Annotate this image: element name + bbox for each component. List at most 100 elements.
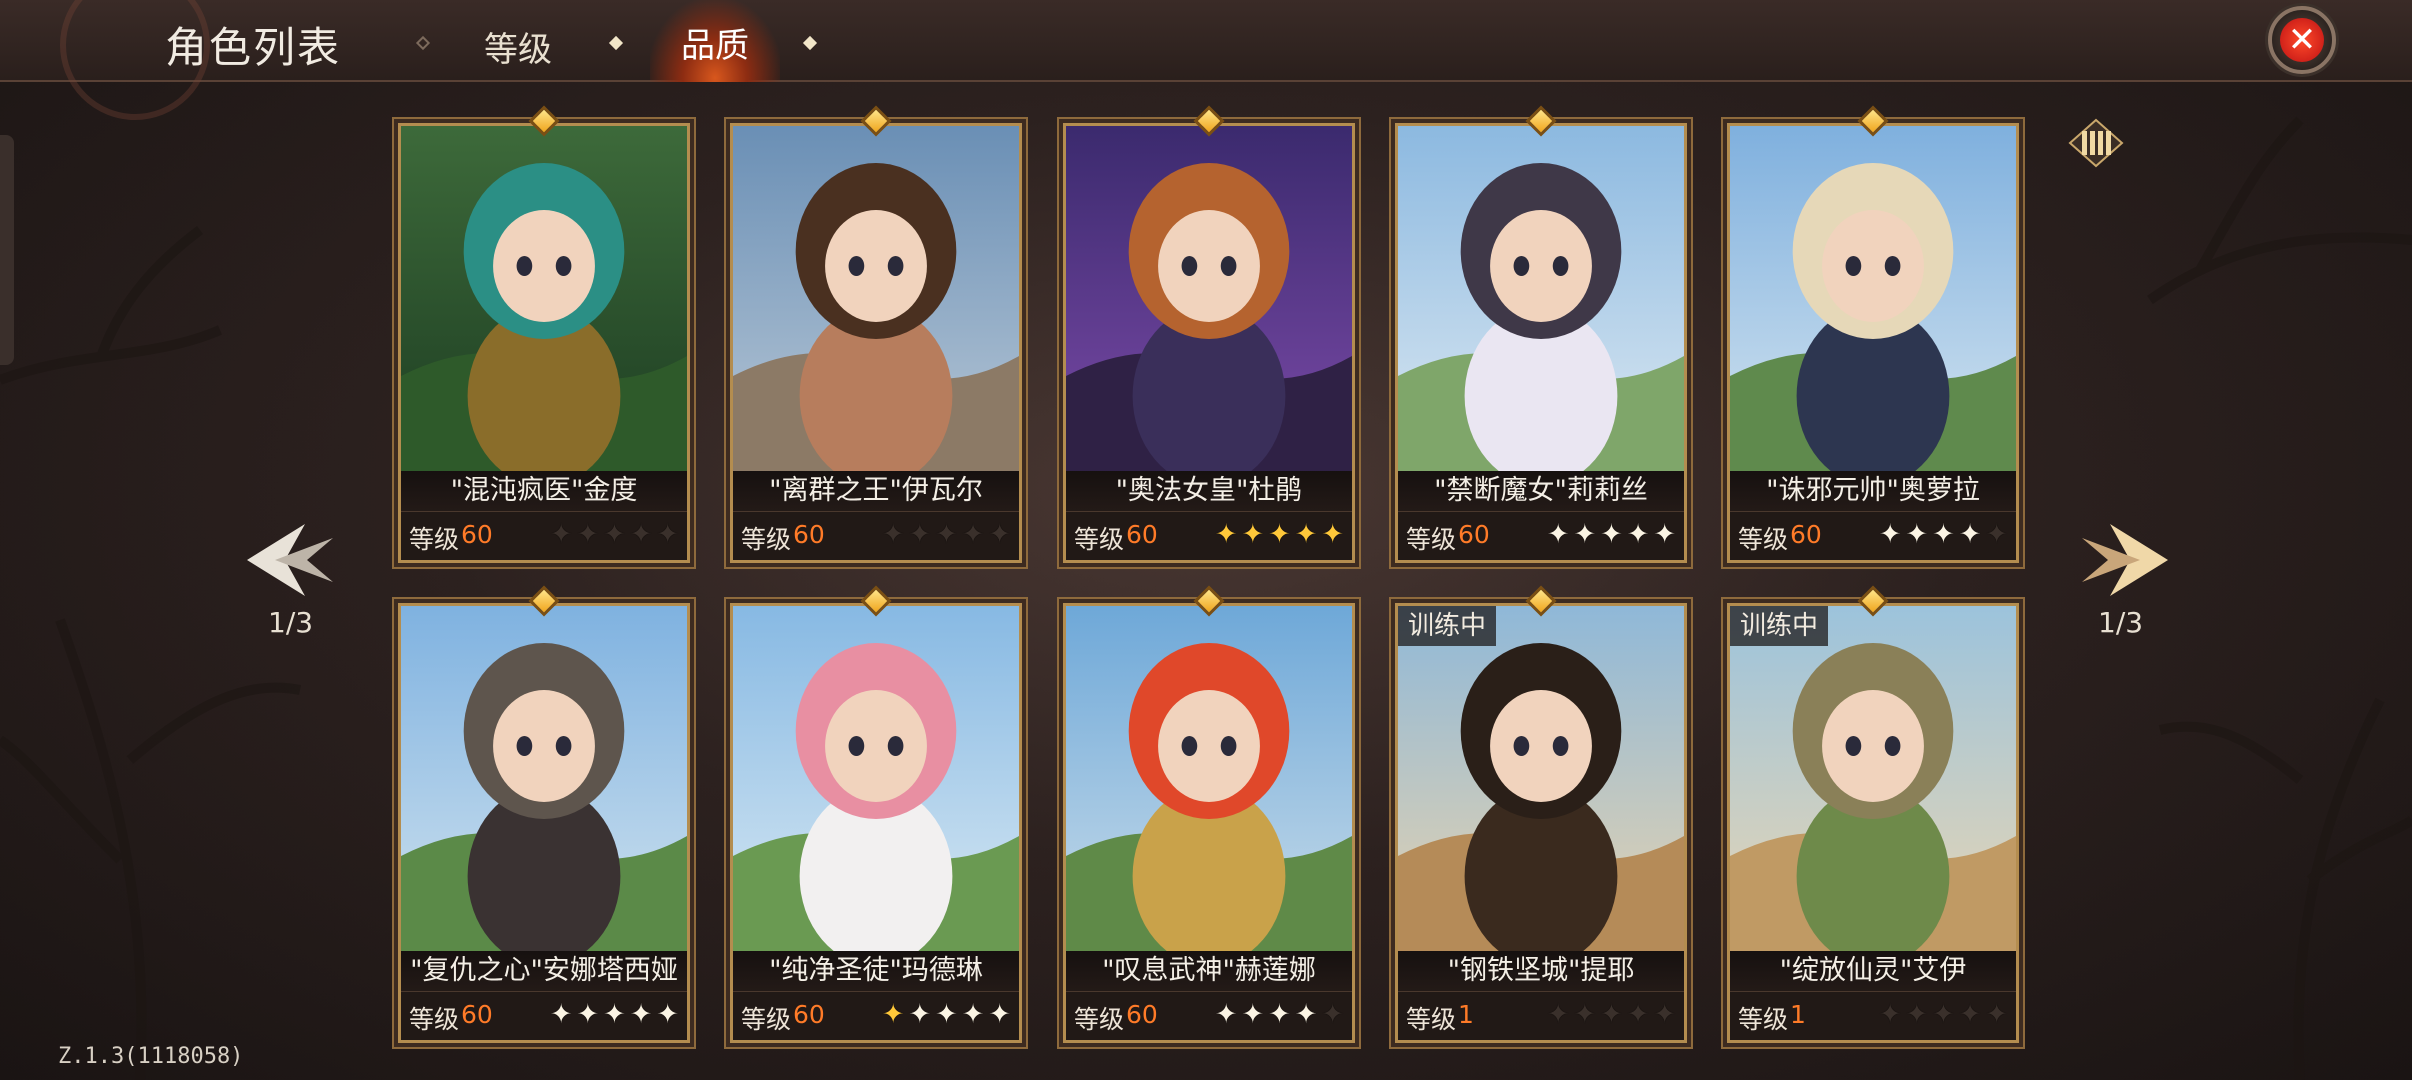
- star-icon: ✦: [629, 519, 653, 550]
- level-value: 60: [461, 520, 493, 549]
- close-button[interactable]: ✕: [2268, 6, 2336, 74]
- star-icon: ✦: [908, 519, 932, 550]
- separator-diamond-icon: [415, 35, 431, 51]
- star-icon: ✦: [1958, 519, 1982, 550]
- star-rating: ✦ ✦ ✦ ✦ ✦: [1547, 1000, 1676, 1030]
- star-icon: ✦: [881, 519, 905, 550]
- training-status-badge: 训练中: [1398, 606, 1497, 646]
- character-portrait: [1730, 606, 2016, 951]
- star-icon: ✦: [935, 519, 958, 550]
- character-card[interactable]: "复仇之心"安娜塔西娅 等级 60 ✦ ✦ ✦ ✦ ✦: [398, 585, 690, 1043]
- level-label: 等级: [1074, 525, 1125, 554]
- next-page-arrow-icon[interactable]: [2080, 520, 2170, 600]
- star-icon: ✦: [1985, 999, 2008, 1030]
- star-icon: ✦: [1321, 519, 1344, 550]
- star-icon: ✦: [1932, 999, 1955, 1030]
- level-value: 60: [1458, 520, 1490, 549]
- character-portrait: [1066, 126, 1352, 471]
- star-icon: ✦: [1546, 999, 1570, 1030]
- star-icon: ✦: [961, 999, 985, 1030]
- level-value: 1: [1458, 1000, 1474, 1029]
- character-name: "诛邪元帅"奥萝拉: [1730, 471, 2016, 511]
- card-footer: 等级 60 ✦ ✦ ✦ ✦ ✦: [401, 511, 687, 560]
- character-card[interactable]: "叹息武神"赫莲娜 等级 60 ✦ ✦ ✦ ✦ ✦: [1063, 585, 1355, 1043]
- level-value: 60: [461, 1000, 493, 1029]
- star-icon: ✦: [988, 519, 1011, 550]
- card-footer: 等级 60 ✦ ✦ ✦ ✦ ✦: [733, 511, 1019, 560]
- star-icon: ✦: [1241, 999, 1265, 1030]
- previous-page-arrow-icon[interactable]: [245, 520, 335, 600]
- character-portrait: [733, 126, 1019, 471]
- star-rating: ✦ ✦ ✦ ✦ ✦: [1547, 520, 1676, 550]
- character-name: "绽放仙灵"艾伊: [1730, 951, 2016, 991]
- star-icon: ✦: [1268, 999, 1291, 1030]
- star-icon: ✦: [1905, 519, 1929, 550]
- star-icon: ✦: [1241, 519, 1265, 550]
- star-icon: ✦: [1932, 519, 1955, 550]
- level-value: 1: [1790, 1000, 1806, 1029]
- level-value: 60: [793, 520, 825, 549]
- level-value: 60: [1126, 1000, 1158, 1029]
- level-label: 等级: [1406, 525, 1457, 554]
- tab-quality[interactable]: 品质: [650, 0, 780, 82]
- star-icon: ✦: [1600, 519, 1623, 550]
- level-value: 60: [1126, 520, 1158, 549]
- character-name: "禁断魔女"莉莉丝: [1398, 471, 1684, 511]
- character-portrait: [401, 126, 687, 471]
- star-rating: ✦ ✦ ✦ ✦ ✦: [882, 520, 1011, 550]
- star-icon: ✦: [549, 519, 573, 550]
- character-card[interactable]: "奥法女皇"杜鹃 等级 60 ✦ ✦ ✦ ✦ ✦: [1063, 105, 1355, 563]
- star-icon: ✦: [1573, 999, 1597, 1030]
- character-portrait: [1398, 126, 1684, 471]
- star-icon: ✦: [1268, 519, 1291, 550]
- level-label: 等级: [1406, 1005, 1457, 1034]
- character-portrait: [1730, 126, 2016, 471]
- tab-level[interactable]: 等级: [484, 22, 552, 71]
- star-icon: ✦: [1653, 999, 1676, 1030]
- card-footer: 等级 60 ✦ ✦ ✦ ✦ ✦: [1066, 991, 1352, 1040]
- character-portrait: [733, 606, 1019, 951]
- star-icon: ✦: [549, 999, 573, 1030]
- level-label: 等级: [1738, 525, 1789, 554]
- character-card[interactable]: "离群之王"伊瓦尔 等级 60 ✦ ✦ ✦ ✦ ✦: [730, 105, 1022, 563]
- side-drawer-handle[interactable]: [0, 135, 14, 365]
- star-rating: ✦ ✦ ✦ ✦ ✦: [1215, 1000, 1344, 1030]
- character-card[interactable]: "禁断魔女"莉莉丝等级 60 ✦ ✦ ✦ ✦ ✦: [1395, 105, 1687, 563]
- star-icon: ✦: [1294, 999, 1318, 1030]
- training-status-badge: 训练中: [1730, 606, 1829, 646]
- star-icon: ✦: [576, 999, 600, 1030]
- character-card[interactable]: 训练中 "钢铁坚城"提耶等级 1 ✦ ✦ ✦ ✦ ✦: [1395, 585, 1687, 1043]
- character-name: "叹息武神"赫莲娜: [1066, 951, 1352, 991]
- star-rating: ✦ ✦ ✦ ✦ ✦: [882, 1000, 1011, 1030]
- grid-layout-icon[interactable]: [2068, 118, 2124, 168]
- star-icon: ✦: [881, 999, 905, 1030]
- star-icon: ✦: [1626, 519, 1650, 550]
- star-icon: ✦: [603, 999, 626, 1030]
- card-footer: 等级 60 ✦ ✦ ✦ ✦ ✦: [1066, 511, 1352, 560]
- character-card[interactable]: 训练中 "绽放仙灵"艾伊 等级 1 ✦ ✦ ✦ ✦ ✦: [1727, 585, 2019, 1043]
- star-icon: ✦: [1321, 999, 1344, 1030]
- star-icon: ✦: [629, 999, 653, 1030]
- star-icon: ✦: [576, 519, 600, 550]
- character-name: "纯净圣徒"玛德琳: [733, 951, 1019, 991]
- top-bar: 角色列表 等级 品质 ✕: [0, 0, 2412, 120]
- card-footer: 等级 60 ✦ ✦ ✦ ✦ ✦: [1398, 511, 1684, 560]
- character-card[interactable]: "纯净圣徒"玛德琳 等级 60 ✦ ✦ ✦ ✦ ✦: [730, 585, 1022, 1043]
- star-rating: ✦ ✦ ✦ ✦ ✦: [1879, 520, 2008, 550]
- character-name: "钢铁坚城"提耶: [1398, 951, 1684, 991]
- card-footer: 等级 1 ✦ ✦ ✦ ✦ ✦: [1730, 991, 2016, 1040]
- star-icon: ✦: [1294, 519, 1318, 550]
- star-rating: ✦ ✦ ✦ ✦ ✦: [550, 520, 679, 550]
- level-label: 等级: [409, 525, 460, 554]
- star-icon: ✦: [1573, 519, 1597, 550]
- character-portrait: [1066, 606, 1352, 951]
- character-card[interactable]: "诛邪元帅"奥萝拉 等级 60 ✦ ✦ ✦ ✦ ✦: [1727, 105, 2019, 563]
- star-icon: ✦: [656, 519, 679, 550]
- close-x-icon: ✕: [2280, 18, 2324, 62]
- level-label: 等级: [1738, 1005, 1789, 1034]
- star-icon: ✦: [1600, 999, 1623, 1030]
- character-name: "离群之王"伊瓦尔: [733, 471, 1019, 511]
- version-label: Z.1.3(1118058): [58, 1044, 244, 1069]
- page-indicator-left: 1/3: [268, 606, 314, 639]
- character-card[interactable]: "混沌疯医"金度 等级 60 ✦ ✦ ✦ ✦ ✦: [398, 105, 690, 563]
